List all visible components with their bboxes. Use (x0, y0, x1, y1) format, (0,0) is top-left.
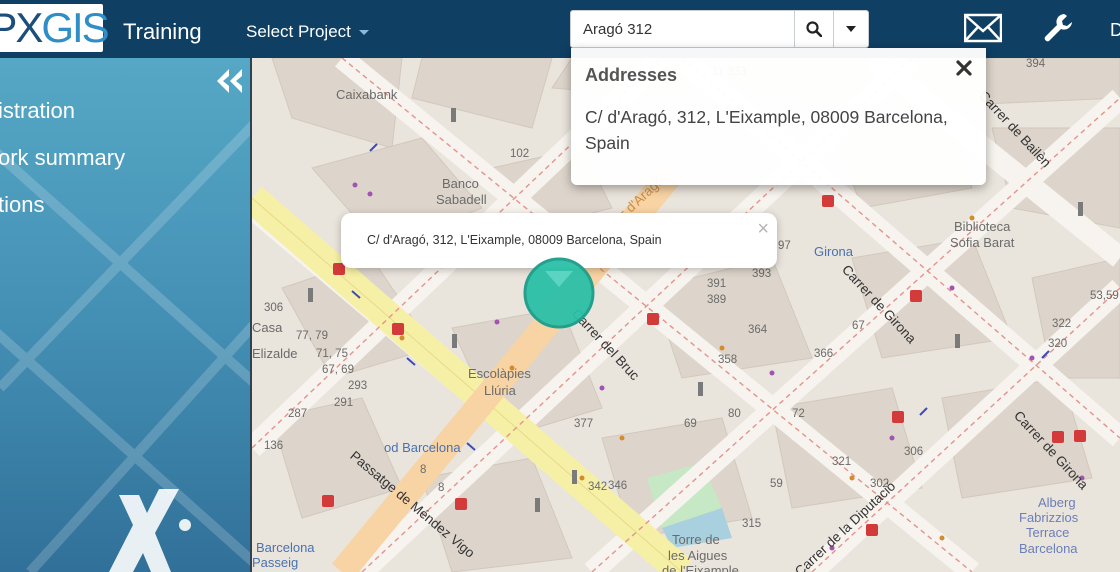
map-label-barcelona2: Barcelona (1019, 541, 1078, 556)
search-options-button[interactable] (832, 11, 868, 47)
address-result-item[interactable]: C/ d'Aragó, 312, L'Eixample, 08009 Barce… (585, 104, 975, 156)
map-label-od-barcelona: od Barcelona (384, 440, 461, 455)
house-number: 287 (288, 408, 308, 420)
wrench-icon[interactable] (1042, 12, 1074, 44)
house-number: 293 (348, 380, 368, 392)
location-marker-icon[interactable] (523, 257, 595, 329)
sidebar-item-options[interactable]: tions (0, 192, 44, 218)
house-number: 59 (770, 478, 783, 490)
collapse-sidebar-icon[interactable] (216, 68, 244, 94)
map-label-banco: Banco (442, 176, 479, 191)
house-number: 8 (420, 464, 427, 476)
app-root: Caixabank Banco Sabadell Escolàpies Llúr… (0, 0, 1120, 572)
house-number: 136 (264, 440, 284, 452)
map-label-aigues: les Aigues (668, 548, 728, 563)
map-label-sofia: Sofia Barat (950, 235, 1015, 250)
close-icon[interactable] (955, 59, 973, 77)
house-number: 306 (904, 446, 924, 458)
house-number: 389 (707, 294, 727, 306)
map-label-girona: Girona (814, 244, 854, 259)
select-project-dropdown[interactable]: Select Project (246, 22, 369, 42)
house-number: 366 (814, 348, 834, 360)
logo-text: PXGIS (0, 4, 110, 51)
house-number: 321 (832, 456, 852, 468)
house-number: 67, 69 (322, 364, 354, 376)
app-title: Training (123, 19, 202, 44)
house-number: 97 (778, 240, 791, 252)
sidebar: istration ork summary tions (0, 58, 252, 572)
address-search-box (570, 10, 869, 48)
house-number: 358 (718, 354, 738, 366)
map-label-caixabank: Caixabank (336, 87, 398, 102)
house-number: 342 (588, 481, 608, 493)
house-number: 77, 79 (296, 330, 328, 342)
sidebar-item-work-summary[interactable]: ork summary (0, 145, 125, 171)
select-project-label: Select Project (246, 22, 351, 41)
map-label-biblioteca: Biblioteca (954, 219, 1011, 234)
map-label-passeig: Passeig (252, 555, 299, 570)
addresses-heading: Addresses (585, 65, 678, 85)
house-number: 315 (742, 518, 762, 530)
house-number: 391 (707, 278, 727, 290)
chevron-down-icon (358, 29, 369, 35)
house-number: 291 (334, 397, 354, 409)
search-button[interactable] (794, 11, 833, 47)
house-number: 322 (1052, 318, 1072, 330)
map-label-elizalde: Elizalde (252, 346, 298, 361)
map-popup-address: C/ d'Aragó, 312, L'Eixample, 08009 Barce… (367, 233, 662, 247)
house-number: 80 (728, 408, 741, 420)
house-number: 346 (608, 480, 628, 492)
map-label-lluria: Llúria (484, 383, 516, 398)
caret-down-icon (845, 26, 856, 32)
addresses-results-panel: Addresses C/ d'Aragó, 312, L'Eixample, 0… (571, 48, 986, 185)
map-label-terrace: Terrace (1026, 525, 1070, 540)
map-label-alberg: Alberg (1038, 495, 1076, 510)
map-label-eixample: de l'Eixample (662, 563, 739, 572)
house-number: 377 (574, 418, 594, 430)
map-label-escolapies: Escolàpies (468, 366, 531, 381)
search-icon (806, 21, 822, 37)
house-number: 67 (852, 320, 865, 332)
house-number: 71, 75 (316, 348, 348, 360)
house-number: 394 (1026, 58, 1046, 70)
app-logo[interactable]: PXGIS (0, 4, 110, 52)
house-number: 364 (748, 324, 768, 336)
house-number: 53,59 (1090, 290, 1119, 302)
sidebar-brand-logo (109, 489, 191, 572)
popup-close-icon[interactable]: × (757, 219, 769, 239)
house-number: 69 (684, 418, 697, 430)
map-label-torre: Torre de (672, 532, 720, 547)
house-number: 306 (264, 302, 284, 314)
user-menu-initial[interactable]: D (1110, 20, 1120, 41)
mail-icon[interactable] (964, 13, 1002, 43)
house-number: 102 (510, 148, 530, 160)
sidebar-item-administration[interactable]: istration (0, 98, 75, 124)
house-number: 320 (1048, 338, 1068, 350)
map-label-sabadell: Sabadell (436, 192, 487, 207)
map-label-casa: Casa (252, 320, 283, 335)
house-number: 8 (438, 482, 445, 494)
house-number: 72 (792, 408, 805, 420)
house-number: 393 (752, 268, 772, 280)
address-search-input[interactable] (571, 11, 794, 47)
house-number: 302 (870, 478, 890, 490)
map-label-barcelona-passeig: Barcelona (256, 540, 315, 555)
map-label-fabrizzios: Fabrizzios (1019, 510, 1079, 525)
